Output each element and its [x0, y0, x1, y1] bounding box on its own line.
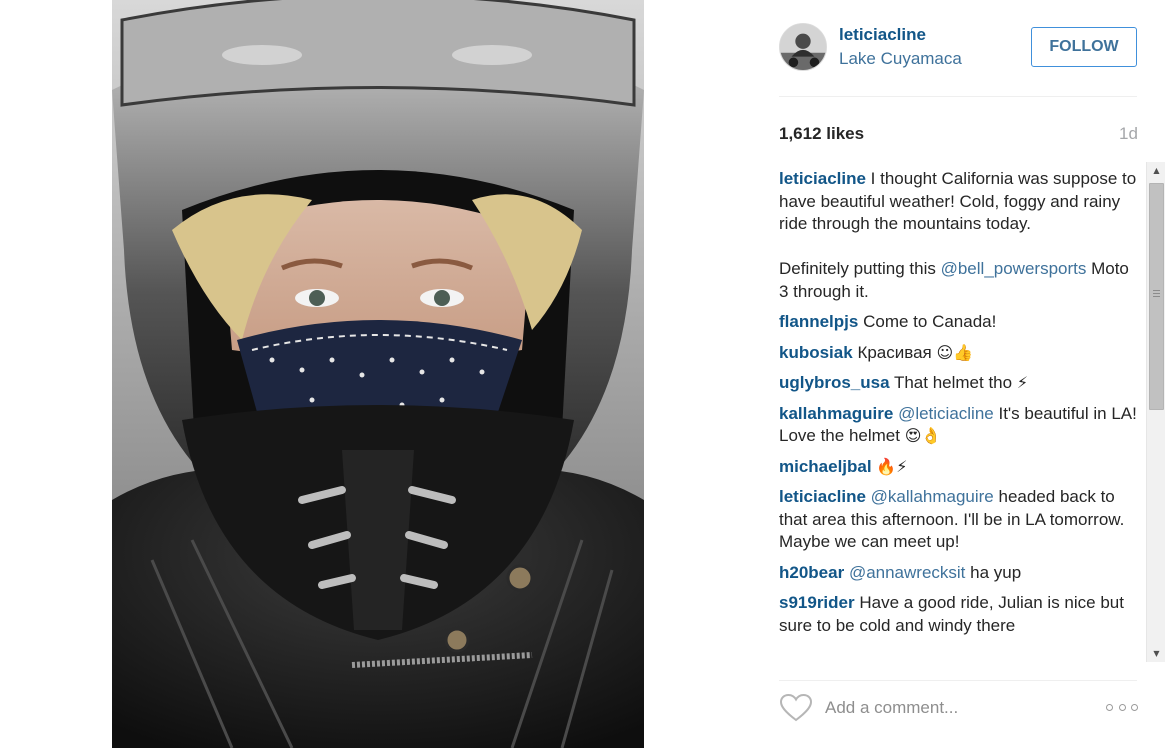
comment-text: That helmet tho [893, 373, 1017, 392]
comment-item: kubosiak Красивая ☺👍 [779, 342, 1141, 365]
comment-author-link[interactable]: s919rider [779, 593, 855, 612]
helmet-selfie-image [112, 0, 644, 748]
comments-list[interactable]: leticiacline I thought California was su… [779, 168, 1141, 662]
comment-item: h20bear @annawrecksit ha yup [779, 562, 1141, 585]
emoji-text: ⚡ [1016, 373, 1029, 392]
grip-icon [1153, 290, 1160, 291]
comment-item: leticiacline @kallahmaguire headed back … [779, 486, 1141, 554]
likes-count[interactable]: 1,612 likes [779, 124, 864, 144]
mention-link[interactable]: @kallahmaguire [871, 487, 994, 506]
mention-link[interactable]: @annawrecksit [849, 563, 965, 582]
comment-author-link[interactable]: h20bear [779, 563, 844, 582]
mention-link[interactable]: @leticiacline [898, 404, 994, 423]
comments-scrollbar[interactable]: ▲ ▼ [1146, 162, 1165, 662]
username-link[interactable]: leticiacline [839, 25, 926, 45]
comment-item: michaeljbal 🔥⚡ [779, 456, 1141, 479]
add-comment-input[interactable] [825, 694, 1095, 722]
comment-author-link[interactable]: leticiacline [779, 487, 866, 506]
emoji-text: 🔥⚡ [876, 456, 908, 476]
comment-author-link[interactable]: uglybros_usa [779, 373, 890, 392]
scroll-thumb[interactable] [1149, 183, 1164, 410]
more-dot [1118, 703, 1126, 711]
post-photo[interactable] [112, 0, 644, 748]
heart-outline-icon[interactable] [779, 693, 813, 723]
comment-text: ha yup [965, 562, 1022, 582]
footer-divider [779, 680, 1137, 681]
comment-item: kallahmaguire @leticiacline It's beautif… [779, 403, 1141, 448]
follow-button[interactable]: FOLLOW [1031, 27, 1137, 67]
comment-author-link[interactable]: kallahmaguire [779, 404, 893, 423]
avatar[interactable] [779, 23, 827, 71]
location-link[interactable]: Lake Cuyamaca [839, 49, 962, 69]
comment-item: s919rider Have a good ride, Julian is ni… [779, 592, 1141, 637]
comment-item: uglybros_usa That helmet tho ⚡ [779, 372, 1141, 395]
comment-text: Красивая [857, 342, 937, 362]
scroll-down-icon[interactable]: ▼ [1147, 645, 1166, 662]
comment-text: Come to Canada! [863, 312, 997, 331]
avatar-image [780, 24, 826, 70]
more-dot [1106, 703, 1113, 711]
more-options-icon[interactable] [1106, 700, 1138, 714]
scroll-up-icon[interactable]: ▲ [1147, 162, 1166, 179]
mention-link[interactable]: @bell_powersports [941, 259, 1087, 278]
comment-author-link[interactable]: kubosiak [779, 343, 853, 362]
more-dot [1131, 703, 1138, 711]
emoji-text: ☺👍 [936, 342, 974, 362]
comment-item: flannelpjs Come to Canada! [779, 311, 1141, 334]
comment-author-link[interactable]: leticiacline [779, 169, 866, 188]
emoji-text: 😍👌 [904, 426, 942, 445]
comment-item: leticiacline I thought California was su… [779, 168, 1141, 303]
post-details-panel: leticiacline Lake Cuyamaca FOLLOW 1,612 … [779, 0, 1166, 748]
header-divider [779, 96, 1137, 97]
post-time[interactable]: 1d [1119, 124, 1138, 144]
comment-author-link[interactable]: flannelpjs [779, 312, 858, 331]
comment-author-link[interactable]: michaeljbal [779, 457, 872, 476]
